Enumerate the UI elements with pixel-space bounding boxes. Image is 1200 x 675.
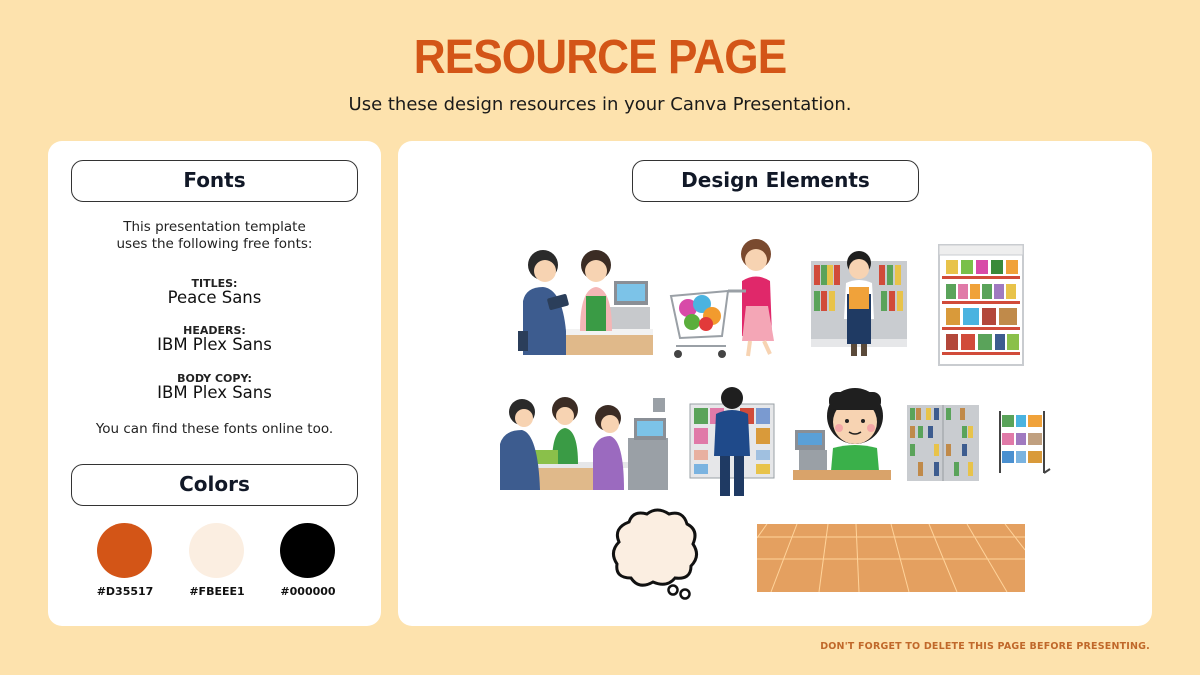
font-name-headers: IBM Plex Sans	[157, 335, 272, 354]
refrigerated-shelf-illustration[interactable]	[938, 244, 1024, 366]
color-hex-label: #FBEEE1	[189, 585, 245, 598]
color-swatch	[280, 523, 335, 578]
store-clerk-book-illustration[interactable]	[809, 249, 909, 359]
customer-magazine-rack-illustration[interactable]	[688, 386, 776, 498]
colors-heading: Colors	[71, 464, 358, 506]
fonts-intro-line2: uses the following free fonts:	[116, 236, 313, 252]
design-elements-heading: Design Elements	[632, 160, 919, 202]
font-name-titles: Peace Sans	[167, 288, 262, 307]
cashier-customer-phone-illustration[interactable]	[518, 241, 653, 361]
magazine-rack-illustration[interactable]	[998, 409, 1052, 475]
fonts-outro: You can find these fonts online too.	[95, 421, 334, 437]
color-swatch	[189, 523, 244, 578]
bookshelf-illustration[interactable]	[906, 404, 980, 482]
fonts-intro-line1: This presentation template	[123, 219, 306, 235]
thought-bubble-illustration[interactable]	[611, 508, 701, 600]
woman-shopping-cart-illustration[interactable]	[666, 236, 791, 361]
design-elements-panel: Design Elements	[398, 141, 1152, 626]
color-hex-label: #D35517	[96, 585, 154, 598]
tiled-floor-illustration[interactable]	[757, 524, 1025, 592]
font-name-body: IBM Plex Sans	[157, 383, 272, 402]
fonts-heading: Fonts	[71, 160, 358, 202]
color-swatch	[97, 523, 152, 578]
footer-note: DON'T FORGET TO DELETE THIS PAGE BEFORE …	[820, 641, 1150, 652]
color-hex-label: #000000	[280, 585, 336, 598]
fonts-intro: This presentation template uses the foll…	[48, 219, 381, 253]
page-title: RESOURCE PAGE	[413, 31, 787, 84]
page-subtitle: Use these design resources in your Canva…	[348, 94, 852, 115]
cashier-register-illustration[interactable]	[793, 386, 891, 481]
checkout-line-illustration[interactable]	[498, 394, 673, 494]
fonts-colors-panel: Fonts This presentation template uses th…	[48, 141, 381, 626]
